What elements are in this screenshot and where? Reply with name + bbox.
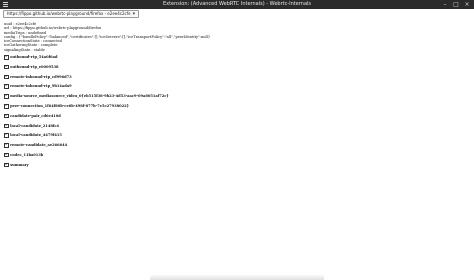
url-text: https://fippo.github.io/webrtc-playgroun…: [7, 11, 131, 16]
section-label: outbound-rtp_54a0f6ad: [10, 55, 58, 60]
disclosure-triangle-icon[interactable]: ▸: [4, 143, 9, 148]
disclosure-triangle-icon[interactable]: ▸: [4, 55, 9, 60]
connection-info: uuid : e2ee4c2cfe url : https://fippo.gi…: [4, 22, 464, 52]
disclosure-triangle-icon[interactable]: ▸: [4, 162, 9, 168]
section-remote-candidate[interactable]: ▸ remote-candidate_ae266644: [4, 143, 464, 148]
section-label: local-candidate_4479f415: [10, 133, 62, 138]
section-remote-inbound-rtp-2[interactable]: ▸ remote-inbound-rtp_9b14ada9: [4, 84, 464, 90]
hamburger-menu-icon[interactable]: [3, 2, 8, 7]
disclosure-triangle-icon[interactable]: ▸: [4, 133, 9, 138]
disclosure-triangle-icon[interactable]: ▸: [4, 113, 9, 119]
section-outbound-rtp-1[interactable]: ▸ outbound-rtp_54a0f6ad: [4, 55, 464, 60]
url-selector[interactable]: https://fippo.github.io/webrtc-playgroun…: [3, 10, 140, 18]
disclosure-triangle-icon[interactable]: ▸: [4, 94, 9, 99]
stats-sections: ▸ outbound-rtp_54a0f6ad ▸ outbound-rtp_e…: [4, 55, 464, 168]
section-label: remote-inbound-rtp_9b14ada9: [10, 84, 72, 89]
section-local-candidate-1[interactable]: ▸ local-candidate_2148fc4: [4, 123, 464, 129]
disclosure-triangle-icon[interactable]: ▸: [4, 84, 9, 90]
section-label: codec_11ba013b: [10, 152, 44, 157]
toolbar: https://fippo.github.io/webrtc-playgroun…: [0, 9, 474, 19]
section-label: local-candidate_2148fc4: [10, 123, 60, 128]
section-label: remote-inbound-rtp_cd996d73: [10, 74, 72, 79]
minimize-icon[interactable]: –: [442, 1, 448, 8]
section-summary[interactable]: ▸ summary: [4, 162, 464, 168]
section-label: peer-connection_1f64f80b-ce6b-498f-877b-…: [10, 104, 129, 109]
disclosure-triangle-icon[interactable]: ▸: [4, 103, 9, 109]
info-signaling-state: signalingState : stable: [4, 47, 45, 52]
browser-window: Extension: (Advanced WebRTC Internals) -…: [0, 0, 474, 280]
bottom-scroll-shadow: [150, 274, 324, 280]
maximize-icon[interactable]: □: [453, 1, 459, 8]
window-title: Extension: (Advanced WebRTC Internals) -…: [162, 1, 312, 7]
chevron-down-icon: ▾: [132, 11, 136, 17]
webrtc-internals-content: uuid : e2ee4c2cfe url : https://fippo.gi…: [4, 22, 464, 168]
section-label: media-source_mediasource_video_0{eb515f3…: [10, 94, 169, 99]
section-media-source[interactable]: ▸ media-source_mediasource_video_0{eb515…: [4, 94, 464, 99]
disclosure-triangle-icon[interactable]: ▸: [4, 152, 9, 158]
section-remote-inbound-rtp-1[interactable]: ▸ remote-inbound-rtp_cd996d73: [4, 74, 464, 80]
section-peer-connection[interactable]: ▸ peer-connection_1f64f80b-ce6b-498f-877…: [4, 103, 464, 109]
section-label: outbound-rtp_e0009538: [10, 64, 59, 69]
disclosure-triangle-icon[interactable]: ▸: [4, 74, 9, 80]
disclosure-triangle-icon[interactable]: ▸: [4, 64, 9, 70]
section-candidate-pair[interactable]: ▸ candidate-pair_cd6e410d: [4, 113, 464, 119]
section-label: candidate-pair_cd6e410d: [10, 113, 61, 118]
disclosure-triangle-icon[interactable]: ▸: [4, 123, 9, 129]
close-icon[interactable]: ×: [464, 1, 470, 8]
section-outbound-rtp-2[interactable]: ▸ outbound-rtp_e0009538: [4, 64, 464, 70]
section-label: remote-candidate_ae266644: [10, 143, 68, 148]
window-controls: – □ ×: [442, 1, 470, 8]
title-bar: Extension: (Advanced WebRTC Internals) -…: [0, 0, 474, 9]
section-label: summary: [10, 162, 29, 167]
section-local-candidate-2[interactable]: ▸ local-candidate_4479f415: [4, 133, 464, 138]
section-codec[interactable]: ▸ codec_11ba013b: [4, 152, 464, 158]
